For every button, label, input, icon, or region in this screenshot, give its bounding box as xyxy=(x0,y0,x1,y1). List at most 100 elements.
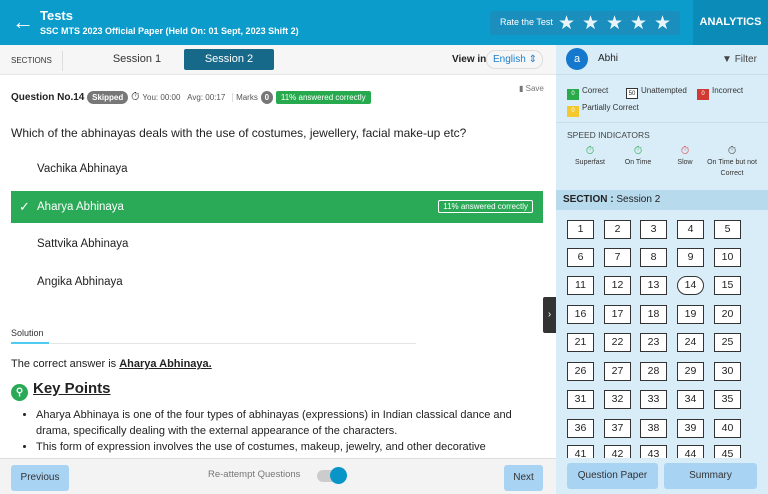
question-button-12[interactable]: 12 xyxy=(604,276,631,295)
question-button-37[interactable]: 37 xyxy=(604,419,631,438)
option-label: Vachika Abhinaya xyxy=(37,163,128,175)
question-button-11[interactable]: 11 xyxy=(567,276,594,295)
speed-on-time: ⏱ On Time xyxy=(613,146,663,168)
question-button-19[interactable]: 19 xyxy=(677,305,704,324)
question-panel: SECTIONS Session 1 Session 2 View in Eng… xyxy=(0,45,556,458)
question-button-31[interactable]: 31 xyxy=(567,390,594,409)
collapse-panel-button[interactable]: › xyxy=(543,297,556,333)
reattempt-label: Re-attempt Questions xyxy=(208,469,301,480)
question-button-10[interactable]: 10 xyxy=(714,248,741,267)
legend-label: Unattempted xyxy=(641,86,687,95)
answer-prefix: The correct answer is xyxy=(11,358,120,370)
question-button-13[interactable]: 13 xyxy=(640,276,667,295)
question-button-3[interactable]: 3 xyxy=(640,220,667,239)
question-paper-button[interactable]: Question Paper xyxy=(567,463,658,489)
option-3[interactable]: Sattvika Abhinaya xyxy=(11,228,543,260)
view-in-label: View in xyxy=(452,54,487,65)
tab-solution[interactable]: Solution xyxy=(11,328,44,338)
star-icon[interactable]: ★ xyxy=(582,12,599,35)
summary-button[interactable]: Summary xyxy=(664,463,757,489)
tab-session-1[interactable]: Session 1 xyxy=(92,49,182,70)
question-button-33[interactable]: 33 xyxy=(640,390,667,409)
legend-correct: 0 Correct xyxy=(567,86,608,100)
language-select[interactable]: English ⇕ xyxy=(486,50,543,69)
question-button-24[interactable]: 24 xyxy=(677,333,704,352)
option-4[interactable]: Angika Abhinaya xyxy=(11,266,543,298)
question-button-32[interactable]: 32 xyxy=(604,390,631,409)
stopwatch-icon: ⏱ xyxy=(727,145,737,157)
question-button-7[interactable]: 7 xyxy=(604,248,631,267)
legend-count: 0 xyxy=(567,89,579,100)
star-icon[interactable]: ★ xyxy=(654,12,671,35)
question-button-15[interactable]: 15 xyxy=(714,276,741,295)
star-icon[interactable]: ★ xyxy=(558,12,575,35)
question-button-21[interactable]: 21 xyxy=(567,333,594,352)
save-button[interactable]: ▮ Save xyxy=(519,84,544,93)
tab-underline xyxy=(11,342,49,344)
speed-indicators-title: SPEED INDICATORS xyxy=(567,130,650,140)
next-button[interactable]: Next xyxy=(504,465,543,491)
analytics-button[interactable]: ANALYTICS xyxy=(693,0,768,45)
rate-test: Rate the Test ★ ★ ★ ★ ★ xyxy=(490,11,680,35)
stopwatch-icon: ⏱ xyxy=(680,145,690,157)
key-points-label: Key Points xyxy=(33,380,111,397)
question-button-6[interactable]: 6 xyxy=(567,248,594,267)
question-button-36[interactable]: 36 xyxy=(567,419,594,438)
speed-label: On Time xyxy=(624,159,652,166)
save-label: Save xyxy=(525,84,544,93)
question-button-34[interactable]: 34 xyxy=(677,390,704,409)
question-button-25[interactable]: 25 xyxy=(714,333,741,352)
question-button-39[interactable]: 39 xyxy=(677,419,704,438)
section-name: Session 2 xyxy=(616,194,661,205)
previous-button[interactable]: Previous xyxy=(11,465,69,491)
question-button-8[interactable]: 8 xyxy=(640,248,667,267)
question-button-20[interactable]: 20 xyxy=(714,305,741,324)
filter-icon: ▼ xyxy=(722,54,732,65)
marks-label: Marks xyxy=(232,93,258,102)
question-button-26[interactable]: 26 xyxy=(567,362,594,381)
key-icon: ⚲ xyxy=(11,384,28,401)
question-button-16[interactable]: 16 xyxy=(567,305,594,324)
status-badge: Skipped xyxy=(87,91,129,104)
answer-value: Aharya Abhinaya. xyxy=(119,358,212,370)
question-button-17[interactable]: 17 xyxy=(604,305,631,324)
option-label: Angika Abhinaya xyxy=(37,276,123,288)
question-button-27[interactable]: 27 xyxy=(604,362,631,381)
tab-session-2[interactable]: Session 2 xyxy=(184,49,274,70)
speed-on-time-not-correct: ⏱ On Time but not Correct xyxy=(707,146,757,179)
question-button-14[interactable]: 14 xyxy=(677,276,704,295)
question-button-38[interactable]: 38 xyxy=(640,419,667,438)
sections-label: SECTIONS xyxy=(11,56,52,65)
question-number: Question No.14 xyxy=(11,92,85,103)
legend-label: Partially Correct xyxy=(582,103,639,112)
reattempt-toggle[interactable] xyxy=(317,467,347,484)
bookmark-icon: ▮ xyxy=(519,84,524,93)
question-button-35[interactable]: 35 xyxy=(714,390,741,409)
question-button-18[interactable]: 18 xyxy=(640,305,667,324)
option-2[interactable]: ✓ Aharya Abhinaya 11% answered correctly xyxy=(11,191,543,223)
chevron-updown-icon: ⇕ xyxy=(528,54,537,65)
back-arrow-icon[interactable]: ← xyxy=(12,9,34,35)
question-button-2[interactable]: 2 xyxy=(604,220,631,239)
question-button-30[interactable]: 30 xyxy=(714,362,741,381)
question-button-1[interactable]: 1 xyxy=(567,220,594,239)
question-button-4[interactable]: 4 xyxy=(677,220,704,239)
list-item: Aharya Abhinaya is one of the four types… xyxy=(36,407,541,439)
star-icon[interactable]: ★ xyxy=(606,12,623,35)
question-button-9[interactable]: 9 xyxy=(677,248,704,267)
star-icon[interactable]: ★ xyxy=(630,12,647,35)
question-button-29[interactable]: 29 xyxy=(677,362,704,381)
question-button-23[interactable]: 23 xyxy=(640,333,667,352)
question-button-28[interactable]: 28 xyxy=(640,362,667,381)
rate-label: Rate the Test xyxy=(500,17,553,27)
question-button-5[interactable]: 5 xyxy=(714,220,741,239)
question-button-22[interactable]: 22 xyxy=(604,333,631,352)
filter-label: Filter xyxy=(734,54,757,65)
legend-count: 50 xyxy=(626,88,638,99)
option-1[interactable]: Vachika Abhinaya xyxy=(11,153,543,185)
user-row: a Abhi ▼ Filter xyxy=(556,45,768,75)
question-button-40[interactable]: 40 xyxy=(714,419,741,438)
filter-button[interactable]: ▼ Filter xyxy=(722,54,757,65)
your-time: You: 00:00 xyxy=(142,93,181,102)
question-text: Which of the abhinayas deals with the us… xyxy=(11,126,467,140)
